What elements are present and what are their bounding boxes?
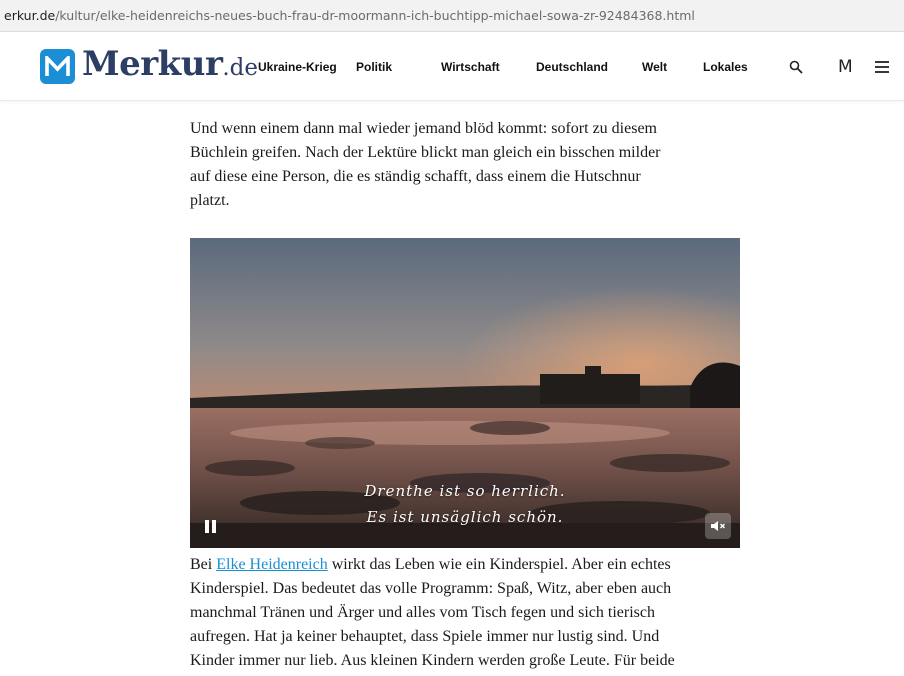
mute-icon[interactable] <box>705 513 731 539</box>
paragraph-line: manchmal Tränen und Ärger und alles vom … <box>190 604 655 621</box>
video-caption-line: Es ist unsäglich schön. <box>366 508 564 526</box>
paragraph-line: platzt. <box>190 192 230 209</box>
account-icon[interactable]: M <box>838 55 853 79</box>
search-icon[interactable] <box>784 55 808 79</box>
author-link[interactable]: Elke Heidenreich <box>216 556 328 573</box>
paragraph-line: Kinderspiel. Das bedeutet das volle Prog… <box>190 580 672 597</box>
address-bar[interactable]: erkur.de/kultur/elke-heidenreichs-neues-… <box>0 0 904 32</box>
paragraph-line: aufregen. Hat ja keiner behauptet, dass … <box>190 628 660 645</box>
url-domain: erkur.de <box>4 8 56 23</box>
paragraph-line: Kinder immer nur lieb. Aus kleinen Kinde… <box>190 652 675 669</box>
nav-welt[interactable]: Welt <box>642 57 667 77</box>
site-header: Merkur.de Ukraine-Krieg Politik Wirtscha… <box>0 33 904 101</box>
nav-lokales[interactable]: Lokales <box>703 57 748 77</box>
paragraph-line: auf diese eine Person, die es ständig sc… <box>190 168 641 185</box>
paragraph-line: Bei Elke Heidenreich wirkt das Leben wie… <box>190 556 671 573</box>
url-path: /kultur/elke-heidenreichs-neues-buch-fra… <box>55 8 695 23</box>
video-frame <box>190 238 740 548</box>
paragraph-line: Büchlein greifen. Nach der Lektüre blick… <box>190 144 661 161</box>
video-player[interactable]: Drenthe ist so herrlich. Es ist unsäglic… <box>190 238 740 548</box>
nav-ukraine-krieg[interactable]: Ukraine-Krieg <box>258 57 337 77</box>
video-caption-line: Drenthe ist so herrlich. <box>364 482 566 500</box>
logo-wordmark: Merkur.de <box>82 44 259 84</box>
nav-deutschland[interactable]: Deutschland <box>536 57 608 77</box>
paragraph-line: Und wenn einem dann mal wieder jemand bl… <box>190 120 657 137</box>
nav-wirtschaft[interactable]: Wirtschaft <box>441 57 500 77</box>
pause-icon[interactable] <box>197 513 223 539</box>
merkur-logo[interactable]: Merkur.de <box>40 44 259 86</box>
article-paragraph: Bei Elke Heidenreich wirkt das Leben wie… <box>190 553 738 673</box>
nav-politik[interactable]: Politik <box>356 57 392 77</box>
article-paragraph: Und wenn einem dann mal wieder jemand bl… <box>190 117 738 213</box>
menu-icon[interactable] <box>870 55 894 79</box>
merkur-logo-icon <box>40 48 75 84</box>
